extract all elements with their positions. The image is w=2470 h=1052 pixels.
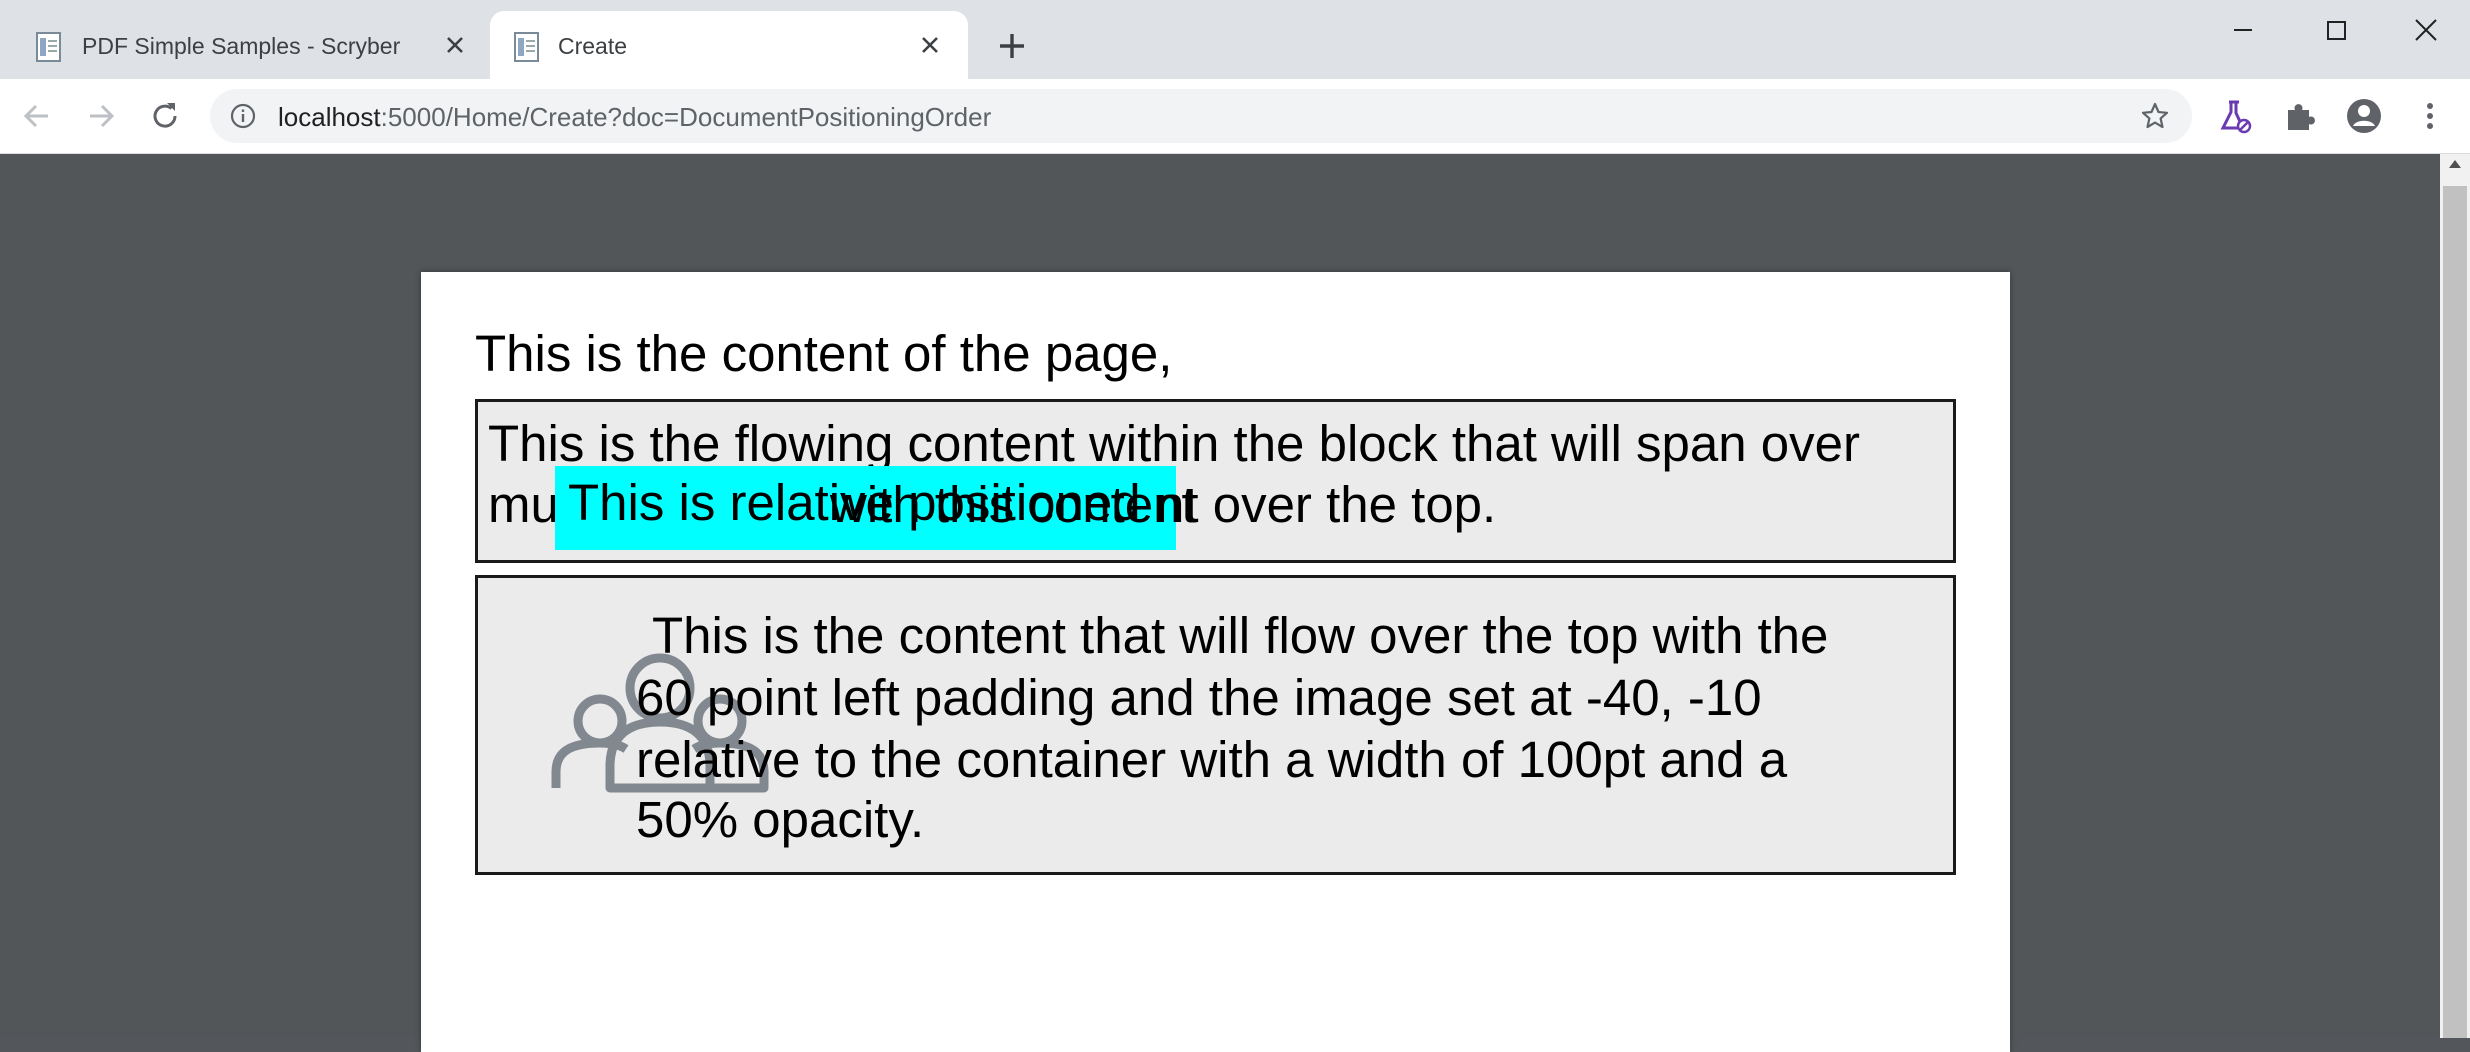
- document-icon: [514, 32, 539, 62]
- scroll-up-arrow-icon[interactable]: [2449, 160, 2461, 168]
- url-host: localhost: [278, 102, 381, 132]
- block1-line2-end: nt over the top.: [1156, 476, 1497, 533]
- url-path: :5000/Home/Create?doc=DocumentPositionin…: [380, 102, 992, 132]
- block2-line3: relative to the container with a width o…: [636, 731, 1788, 788]
- tab-create[interactable]: Create: [490, 11, 968, 79]
- close-icon[interactable]: [443, 33, 467, 57]
- flow-block-1: This is the flowing content within the b…: [475, 399, 1956, 563]
- tab-title: PDF Simple Samples - Scryber: [82, 33, 401, 59]
- browser-toolbar: localhost:5000/Home/Create?doc=DocumentP…: [0, 79, 2470, 154]
- profile-avatar-icon[interactable]: [2344, 96, 2384, 136]
- tab-title: Create: [558, 33, 628, 59]
- close-icon[interactable]: [918, 33, 942, 57]
- block1-line1: This is the flowing content within the b…: [488, 415, 1861, 472]
- new-tab-plus-icon[interactable]: [992, 26, 1032, 66]
- back-arrow-icon[interactable]: [18, 97, 56, 135]
- document-icon: [36, 32, 61, 62]
- bookmark-star-icon[interactable]: [2140, 101, 2170, 131]
- info-icon[interactable]: [230, 103, 256, 129]
- scrollbar-thumb[interactable]: [2443, 186, 2467, 1038]
- tab-strip: PDF Simple Samples - Scryber Create: [0, 0, 2470, 79]
- window-close-icon[interactable]: [2396, 8, 2456, 52]
- block2-line1: This is the content that will flow over …: [652, 607, 1829, 664]
- forward-arrow-icon[interactable]: [82, 97, 120, 135]
- page-heading: This is the content of the page,: [475, 325, 1173, 382]
- labs-flask-icon[interactable]: [2215, 96, 2255, 136]
- block1-line2-start: mu: [488, 476, 559, 533]
- vertical-scrollbar[interactable]: [2440, 154, 2470, 1038]
- tab-pdf-simple-samples[interactable]: PDF Simple Samples - Scryber: [0, 11, 487, 79]
- block2-line2: 60 point left padding and the image set …: [636, 669, 1762, 726]
- reload-icon[interactable]: [146, 97, 184, 135]
- address-bar[interactable]: localhost:5000/Home/Create?doc=DocumentP…: [210, 89, 2192, 143]
- relative-positioned-text: This is relative positioned: [568, 474, 1141, 531]
- maximize-icon[interactable]: [2305, 8, 2365, 52]
- pdf-page: This is the content of the page, This is…: [421, 272, 2010, 1052]
- block2-line4: 50% opacity.: [636, 791, 925, 848]
- url-text[interactable]: localhost:5000/Home/Create?doc=DocumentP…: [278, 102, 991, 133]
- minimize-icon[interactable]: [2212, 8, 2272, 52]
- menu-kebab-icon[interactable]: [2410, 96, 2450, 136]
- flow-block-2: This is the content that will flow over …: [475, 575, 1956, 875]
- extensions-puzzle-icon[interactable]: [2280, 96, 2320, 136]
